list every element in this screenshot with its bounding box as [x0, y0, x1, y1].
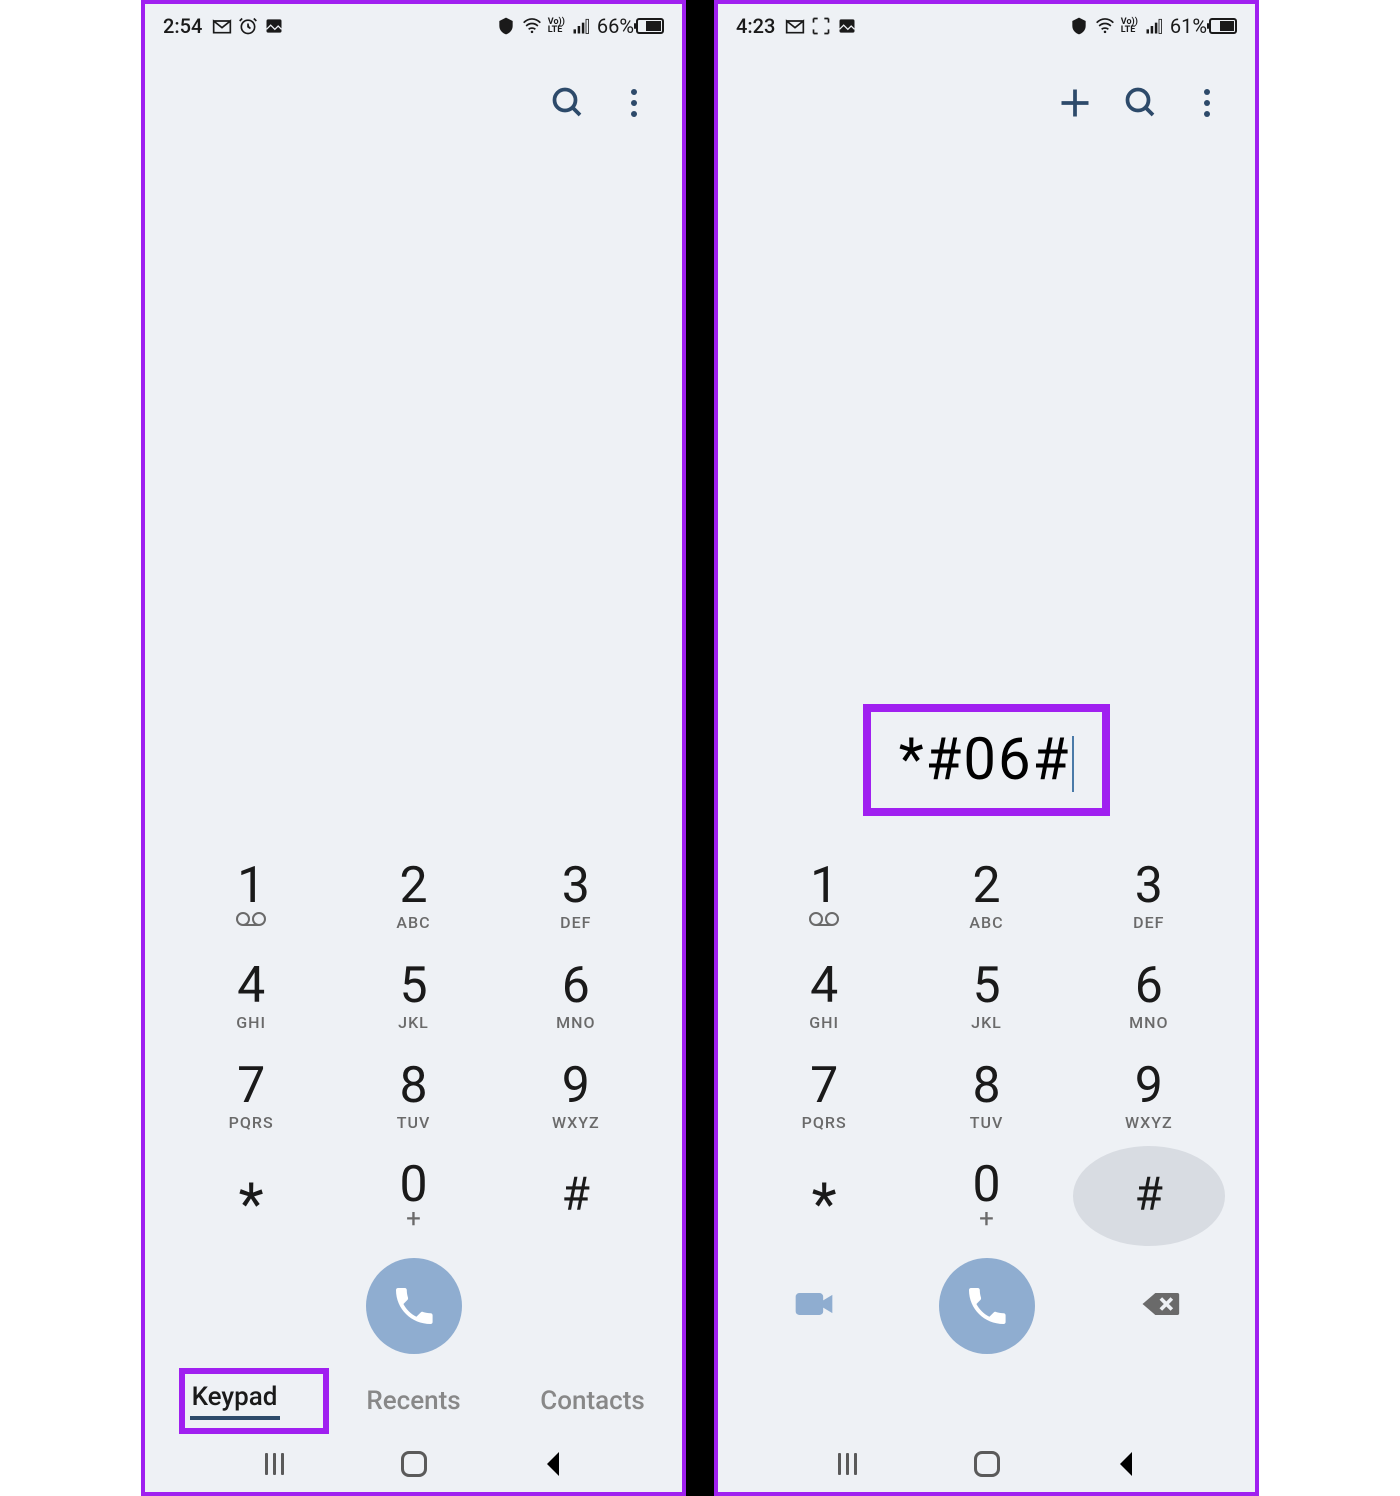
gmail-icon — [212, 16, 232, 36]
battery-indicator: 61% — [1170, 14, 1237, 38]
more-options-icon[interactable] — [1189, 85, 1225, 121]
more-options-icon[interactable] — [616, 85, 652, 121]
security-icon — [496, 16, 516, 36]
blank-edge-left — [0, 0, 141, 1496]
tabs-placeholder — [718, 1366, 1255, 1436]
key-2[interactable]: 2ABC — [910, 846, 1062, 946]
call-button[interactable] — [939, 1258, 1035, 1354]
key-star[interactable]: * — [175, 1146, 327, 1246]
text-cursor — [1072, 736, 1074, 792]
signal-icon — [571, 16, 591, 36]
key-6[interactable]: 6MNO — [500, 946, 652, 1046]
volte-icon: Vo))LTE — [1121, 18, 1138, 34]
status-time: 4:23 — [736, 14, 775, 38]
wifi-icon — [1095, 16, 1115, 36]
battery-icon — [636, 18, 664, 34]
toolbar — [718, 48, 1255, 158]
status-right: Vo))LTE 66% — [496, 14, 664, 38]
tab-recents[interactable]: Recents — [324, 1386, 503, 1416]
key-8[interactable]: 8TUV — [910, 1046, 1062, 1146]
wifi-icon — [522, 16, 542, 36]
status-left: 2:54 — [163, 14, 284, 38]
key-5[interactable]: 5JKL — [910, 946, 1062, 1046]
phone-left: 2:54 Vo))LTE 66% 1 2ABC 3DEF 4GHI 5JKL 6… — [145, 4, 682, 1492]
status-bar: 2:54 Vo))LTE 66% — [145, 4, 682, 48]
volte-icon: Vo))LTE — [548, 18, 565, 34]
screenshot-left-border: 2:54 Vo))LTE 66% 1 2ABC 3DEF 4GHI 5JKL 6… — [141, 0, 686, 1496]
status-bar: 4:23 Vo))LTE 61% — [718, 4, 1255, 48]
add-icon[interactable] — [1057, 85, 1093, 121]
key-5[interactable]: 5JKL — [337, 946, 489, 1046]
key-0[interactable]: 0+ — [337, 1146, 489, 1246]
call-button[interactable] — [366, 1258, 462, 1354]
keypad-tab-highlight — [179, 1368, 329, 1434]
status-left: 4:23 — [736, 14, 857, 38]
battery-percent: 61% — [1170, 14, 1207, 38]
key-6[interactable]: 6MNO — [1073, 946, 1225, 1046]
keypad: 1 2ABC 3DEF 4GHI 5JKL 6MNO 7PQRS 8TUV 9W… — [718, 846, 1255, 1246]
key-4[interactable]: 4GHI — [748, 946, 900, 1046]
image-icon — [264, 16, 284, 36]
nav-recent-apps[interactable] — [257, 1446, 293, 1482]
blank-edge-right — [1259, 0, 1400, 1496]
key-9[interactable]: 9WXYZ — [1073, 1046, 1225, 1146]
voicemail-icon — [236, 911, 266, 931]
key-2[interactable]: 2ABC — [337, 846, 489, 946]
toolbar — [145, 48, 682, 158]
backspace-button[interactable] — [1137, 1282, 1181, 1330]
crop-icon — [811, 16, 831, 36]
key-9[interactable]: 9WXYZ — [500, 1046, 652, 1146]
dialed-number-highlight: *#06# — [863, 704, 1111, 816]
nav-recent-apps[interactable] — [830, 1446, 866, 1482]
search-icon[interactable] — [550, 85, 586, 121]
battery-indicator: 66% — [597, 14, 664, 38]
key-7[interactable]: 7PQRS — [748, 1046, 900, 1146]
status-time: 2:54 — [163, 14, 202, 38]
key-1[interactable]: 1 — [175, 846, 327, 946]
nav-home[interactable] — [969, 1446, 1005, 1482]
center-divider — [686, 0, 714, 1496]
security-icon — [1069, 16, 1089, 36]
screenshot-right-border: 4:23 Vo))LTE 61% *#06# 1 2ABC 3DEF 4GH — [714, 0, 1259, 1496]
dial-display-area: *#06# — [718, 158, 1255, 846]
key-star[interactable]: * — [748, 1146, 900, 1246]
voicemail-icon — [809, 911, 839, 931]
system-nav-bar — [145, 1436, 682, 1492]
phone-right: 4:23 Vo))LTE 61% *#06# 1 2ABC 3DEF 4GH — [718, 4, 1255, 1492]
signal-icon — [1144, 16, 1164, 36]
alarm-icon — [238, 16, 258, 36]
key-hash[interactable]: # — [500, 1146, 652, 1246]
nav-back[interactable] — [1108, 1446, 1144, 1482]
action-row — [145, 1246, 682, 1366]
key-0[interactable]: 0+ — [910, 1146, 1062, 1246]
key-1[interactable]: 1 — [748, 846, 900, 946]
keypad: 1 2ABC 3DEF 4GHI 5JKL 6MNO 7PQRS 8TUV 9W… — [145, 846, 682, 1246]
key-4[interactable]: 4GHI — [175, 946, 327, 1046]
gmail-icon — [785, 16, 805, 36]
battery-icon — [1209, 18, 1237, 34]
key-7[interactable]: 7PQRS — [175, 1046, 327, 1146]
nav-back[interactable] — [535, 1446, 571, 1482]
key-hash[interactable]: # — [1073, 1146, 1225, 1246]
video-call-button[interactable] — [792, 1282, 836, 1330]
search-icon[interactable] — [1123, 85, 1159, 121]
image-icon — [837, 16, 857, 36]
dial-display-area — [145, 158, 682, 846]
dialed-number[interactable]: *#06# — [899, 726, 1071, 794]
key-3[interactable]: 3DEF — [1073, 846, 1225, 946]
battery-percent: 66% — [597, 14, 634, 38]
system-nav-bar — [718, 1436, 1255, 1492]
key-3[interactable]: 3DEF — [500, 846, 652, 946]
nav-home[interactable] — [396, 1446, 432, 1482]
status-right: Vo))LTE 61% — [1069, 14, 1237, 38]
key-8[interactable]: 8TUV — [337, 1046, 489, 1146]
action-row — [718, 1246, 1255, 1366]
tab-contacts[interactable]: Contacts — [503, 1386, 682, 1416]
